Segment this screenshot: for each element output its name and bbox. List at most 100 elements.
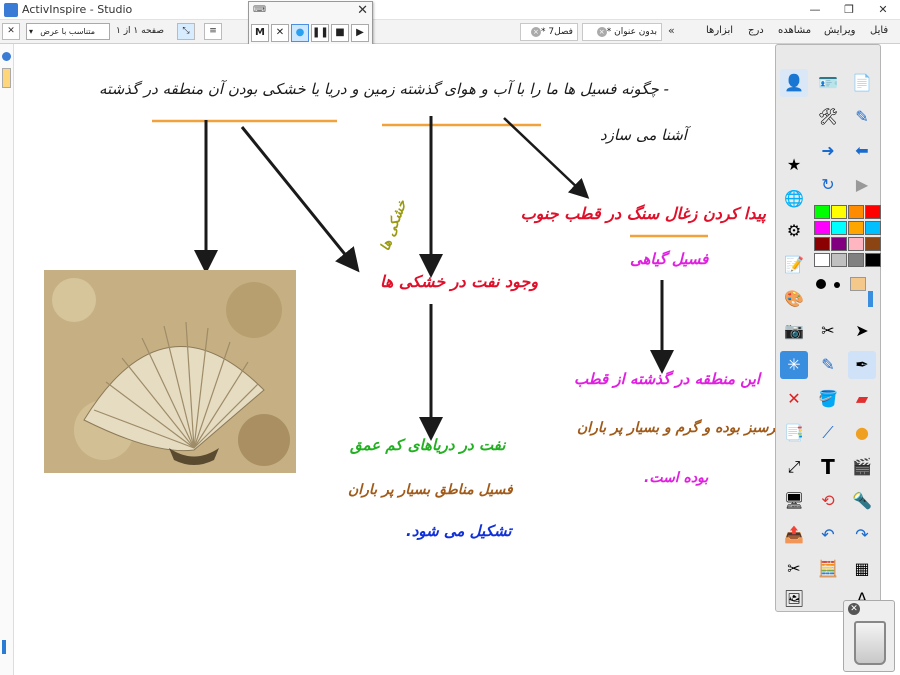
color-swatch[interactable] xyxy=(865,205,881,219)
redo-icon[interactable]: ↷ xyxy=(848,521,876,549)
magic-ink-icon[interactable]: ✳ xyxy=(780,351,808,379)
globe-icon[interactable]: 🌐 xyxy=(780,185,808,213)
tab-scroll-icon[interactable]: « xyxy=(668,24,675,37)
text-tool-icon[interactable]: T xyxy=(814,453,842,481)
heading-dash: - xyxy=(663,80,669,98)
fill-icon[interactable]: 🪣 xyxy=(814,385,842,413)
scissors-icon[interactable]: ✂ xyxy=(780,555,808,583)
pen-width-slider[interactable] xyxy=(868,291,873,307)
profile-card-icon[interactable]: 🪪 xyxy=(814,69,842,97)
refresh-icon[interactable]: ↻ xyxy=(814,171,842,199)
color-swatch[interactable] xyxy=(865,221,881,235)
coal-node: پیدا کردن زغال سنگ در قطب جنوب xyxy=(520,204,766,223)
recorder-pause-button[interactable]: ❚❚ xyxy=(311,24,329,42)
color-swatch[interactable] xyxy=(831,221,847,235)
close-tab-icon[interactable]: × xyxy=(596,26,607,37)
recorder-handle-icon[interactable]: ⌨ xyxy=(253,5,266,15)
grid-icon[interactable]: ▦ xyxy=(848,555,876,583)
page-reset-icon[interactable]: 📑 xyxy=(780,419,808,447)
color-swatch[interactable] xyxy=(814,253,830,267)
menu-view[interactable]: مشاهده xyxy=(778,25,811,36)
main-toolbox: 👤 🪪 📄 🛠 ✎ ★ ➜ ⬅ 🌐 ↻ ▶ ⚙ 📝 🎨 � xyxy=(775,44,881,612)
color-swatch[interactable] xyxy=(848,253,864,267)
oil-sea-3: تشکیل می شود. xyxy=(406,522,512,540)
shape-icon[interactable]: ● xyxy=(848,419,876,447)
menu-file[interactable]: فایل xyxy=(870,25,888,36)
pen-width-medium[interactable] xyxy=(834,282,840,288)
collapse-icon[interactable]: ✕ xyxy=(2,23,20,40)
pen-mode-icon[interactable]: ✎ xyxy=(848,103,876,131)
fit-page-icon[interactable]: ⤡ xyxy=(177,23,195,40)
screen-capture-icon[interactable]: 🖥 xyxy=(780,487,808,515)
color-picker-icon[interactable]: 🎨 xyxy=(780,285,808,313)
color-swatch[interactable] xyxy=(848,221,864,235)
menu-insert[interactable]: درج xyxy=(748,25,764,36)
color-swatch[interactable] xyxy=(848,237,864,251)
recorder-record-button[interactable]: ● xyxy=(291,24,309,42)
minimize-button[interactable]: — xyxy=(798,0,832,20)
color-swatch[interactable] xyxy=(865,237,881,251)
recorder-stop-button[interactable]: ■ xyxy=(331,24,349,42)
export-icon[interactable]: 📤 xyxy=(780,521,808,549)
recorder-mic-button[interactable]: M xyxy=(251,24,269,42)
color-swatch[interactable] xyxy=(831,205,847,219)
fullscreen-icon[interactable]: ⤢ xyxy=(780,453,808,481)
next-page-icon[interactable]: ➜ xyxy=(814,137,842,165)
camera-icon[interactable]: 📷 xyxy=(780,317,808,345)
spotlight-icon[interactable]: 🔦 xyxy=(848,487,876,515)
page-number-label: صفحه ۱ از ۱ xyxy=(116,26,164,36)
color-swatch[interactable] xyxy=(814,237,830,251)
recorder-play-button[interactable]: ▶ xyxy=(351,24,369,42)
trash-bin-icon[interactable] xyxy=(854,621,886,665)
page-view-icon[interactable]: ≡ xyxy=(204,23,222,40)
zoom-select[interactable]: ▾ متناسب با عرض xyxy=(26,23,110,40)
select-cursor-icon[interactable]: ➤ xyxy=(848,317,876,345)
tab-chapter7[interactable]: فصل7 *× xyxy=(520,23,578,41)
title-bar: ActivInspire - Studio — ❐ ✕ xyxy=(0,0,900,20)
frame-icon[interactable]: 🖼 xyxy=(780,585,808,613)
notepad-icon[interactable]: 📝 xyxy=(780,251,808,279)
plant-fossil-node: فسیل گیاهی xyxy=(630,250,709,268)
close-button[interactable]: ✕ xyxy=(866,0,900,20)
browser-icon[interactable] xyxy=(2,52,11,61)
heading-line-2: آشنا می سازد xyxy=(600,126,687,144)
chevron-down-icon: ▾ xyxy=(29,27,34,36)
play-icon[interactable]: ▶ xyxy=(848,171,876,199)
maximize-button[interactable]: ❐ xyxy=(832,0,866,20)
color-swatch[interactable] xyxy=(831,237,847,251)
pen-width-selected[interactable] xyxy=(850,277,866,291)
page-thumbnail[interactable] xyxy=(2,68,11,88)
connector-icon[interactable]: ⟋ xyxy=(814,419,842,447)
undo-icon[interactable]: ↶ xyxy=(814,521,842,549)
close-icon[interactable]: ✕ xyxy=(848,603,860,615)
clapperboard-icon[interactable]: 🎬 xyxy=(848,453,876,481)
pen-icon[interactable]: ✒ xyxy=(848,351,876,379)
pen-width-large[interactable] xyxy=(816,279,826,289)
scroll-indicator[interactable] xyxy=(2,640,6,654)
color-swatch[interactable] xyxy=(848,205,864,219)
color-swatch[interactable] xyxy=(865,253,881,267)
ruler-tools-icon[interactable]: ✂ xyxy=(814,317,842,345)
document-icon[interactable]: 📄 xyxy=(848,69,876,97)
tab-untitled[interactable]: بدون عنوان *× xyxy=(582,23,662,41)
color-swatch[interactable] xyxy=(814,205,830,219)
eraser-icon[interactable]: ▰ xyxy=(848,385,876,413)
previous-page-icon[interactable]: ⬅ xyxy=(848,137,876,165)
color-swatch[interactable] xyxy=(831,253,847,267)
calculator-icon[interactable]: 🧮 xyxy=(814,555,842,583)
polar-explanation-2: سرسبز بوده و گرم و بسیار پر باران xyxy=(577,420,788,436)
star-icon[interactable]: ★ xyxy=(780,151,808,179)
color-swatch[interactable] xyxy=(814,221,830,235)
menu-tools[interactable]: ابزارها xyxy=(706,25,733,36)
user-icon[interactable]: 👤 xyxy=(780,69,808,97)
clear-icon[interactable]: ✕ xyxy=(780,385,808,413)
recorder-close-button[interactable]: ✕ xyxy=(357,3,368,18)
page-settings-icon[interactable]: ⚙ xyxy=(780,217,808,245)
undo-redo-icon[interactable]: ⟲ xyxy=(814,487,842,515)
highlighter-icon[interactable]: ✎ xyxy=(814,351,842,379)
menu-edit[interactable]: ویرایش xyxy=(824,25,855,36)
shell-fossil-image[interactable] xyxy=(44,270,296,473)
recorder-cancel-button[interactable]: ✕ xyxy=(271,24,289,42)
close-tab-icon[interactable]: × xyxy=(530,26,541,37)
tools-icon[interactable]: 🛠 xyxy=(814,103,842,131)
